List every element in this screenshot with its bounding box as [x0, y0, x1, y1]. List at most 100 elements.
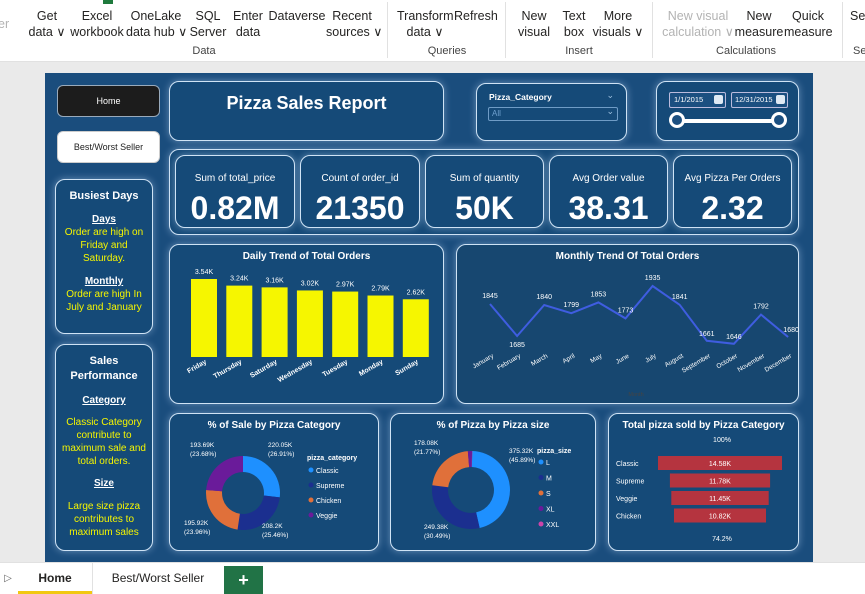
- get-data-button[interactable]: Get data ∨: [28, 8, 66, 40]
- date-range-track[interactable]: [677, 119, 780, 123]
- group-label-edge: Se: [853, 45, 865, 57]
- x-tick-label: Sunday: [394, 359, 419, 378]
- x-axis-label: Month: [628, 392, 643, 398]
- tab-home[interactable]: Home: [18, 563, 92, 594]
- category-text: Classic Category contribute to maximum s…: [62, 417, 146, 467]
- text-box-button[interactable]: Text box: [558, 8, 590, 40]
- data-label: 10.82K: [709, 514, 732, 521]
- calendar-icon[interactable]: [714, 95, 723, 104]
- kpi-label: Count of order_id: [321, 173, 399, 184]
- legend-label: Veggie: [316, 513, 338, 520]
- end-date-field[interactable]: 12/31/2015: [731, 92, 788, 108]
- data-label: 220.05K: [268, 442, 293, 449]
- x-tick-label: Tuesday: [322, 359, 350, 379]
- new-visual-calculation-button[interactable]: New visual calculation ∨: [660, 8, 736, 40]
- x-tick-label: January: [471, 352, 495, 370]
- x-tick-label: November: [737, 352, 767, 373]
- data-label: 1773: [618, 307, 634, 314]
- start-date-field[interactable]: 1/1/2015: [669, 92, 726, 108]
- chevron-down-icon: ⌄: [606, 90, 614, 100]
- sales-performance-card: Sales Performance Category Classic Catego…: [55, 344, 153, 551]
- legend-marker: [308, 482, 314, 488]
- tab-best-worst-seller[interactable]: Best/Worst Seller: [93, 563, 223, 594]
- size-heading: Size: [93, 478, 114, 489]
- refresh-button[interactable]: Refresh: [454, 8, 498, 24]
- monthly-trend-svg: 1845 January 1685 February 1840 March 1799 Apri…: [471, 275, 799, 398]
- size-text: Large size pizza contributes to maximum …: [67, 501, 141, 538]
- category-heading: Category: [82, 395, 126, 406]
- legend-label: S: [546, 491, 551, 498]
- daily-trend-chart[interactable]: Daily Trend of Total Orders 3.54K Friday 3…: [169, 244, 444, 404]
- pizza-sold-by-category-chart[interactable]: Total pizza sold by Pizza Category 100% 1…: [608, 413, 799, 551]
- add-page-button[interactable]: +: [224, 566, 263, 594]
- kpi-card-order-count: Count of order_id 21350: [300, 155, 420, 228]
- home-nav-button[interactable]: Home: [57, 85, 160, 117]
- data-label: 1935: [645, 275, 661, 282]
- pizza-by-size-chart[interactable]: % of Pizza by Pizza size 375.32K (45.89%)…: [390, 413, 596, 551]
- x-tick-label: February: [496, 352, 523, 371]
- kpi-value: 0.82M: [190, 190, 280, 226]
- bar: [367, 295, 394, 357]
- excel-workbook-button[interactable]: Excel workbook: [68, 8, 126, 40]
- title-card: Pizza Sales Report: [169, 81, 444, 141]
- data-label: (25.46%): [262, 532, 288, 539]
- data-label: 375.32K: [509, 448, 534, 455]
- bar: [402, 299, 429, 357]
- x-tick-label: June: [615, 352, 631, 365]
- data-label: 1792: [753, 304, 769, 311]
- legend-marker: [538, 490, 544, 496]
- ribbon-toolbar: er Get data ∨ Excel workbook OneLake data h…: [0, 0, 865, 62]
- legend-title: pizza_size: [537, 448, 571, 455]
- funnel-svg: 100% 14.58K Classic 11.78K Supreme 11.45K Vegg…: [616, 437, 782, 543]
- group-label-data: Data: [192, 45, 216, 57]
- calendar-icon[interactable]: [776, 95, 785, 104]
- page-tabs-bar: ▷ Home Best/Worst Seller +: [0, 562, 865, 594]
- data-label: 1661: [699, 331, 715, 338]
- group-label-queries: Queries: [427, 45, 467, 57]
- legend-marker: [308, 512, 314, 518]
- sql-server-button[interactable]: SQL Server: [189, 8, 227, 40]
- range-start-handle[interactable]: [669, 112, 685, 128]
- data-label: (30.49%): [424, 533, 450, 540]
- date-range-slicer[interactable]: 1/1/2015 12/31/2015: [656, 81, 799, 141]
- kpi-card-quantity: Sum of quantity 50K: [425, 155, 544, 228]
- slicer-dropdown[interactable]: All ⌄: [488, 106, 618, 121]
- legend-label: Chicken: [316, 498, 341, 505]
- sale-by-category-chart[interactable]: % of Sale by Pizza Category 220.05K (26.9…: [169, 413, 379, 551]
- days-heading: Days: [92, 214, 116, 225]
- data-label: (23.68%): [190, 451, 216, 458]
- data-label: 3.54K: [195, 269, 214, 276]
- enter-data-button[interactable]: Enter data: [230, 8, 266, 40]
- data-label: 3.16K: [265, 277, 284, 284]
- best-worst-seller-nav-button[interactable]: Best/Worst Seller: [57, 131, 160, 163]
- onelake-data-hub-button[interactable]: OneLake data hub ∨: [126, 8, 187, 40]
- bar: [226, 285, 253, 357]
- tab-scroll-left-icon[interactable]: ▷: [0, 563, 16, 594]
- transform-data-button[interactable]: Transform data ∨: [397, 8, 454, 40]
- range-end-handle[interactable]: [771, 112, 787, 128]
- legend-label: XL: [546, 507, 555, 514]
- data-label: (23.96%): [184, 529, 210, 536]
- excel-icon: [103, 0, 113, 4]
- more-visuals-button[interactable]: More visuals ∨: [592, 8, 644, 40]
- data-label: 1685: [509, 342, 525, 349]
- data-label: 1646: [726, 334, 742, 341]
- funnel-bottom-label: 74.2%: [712, 536, 732, 543]
- x-tick-label: Wednesday: [277, 359, 314, 385]
- x-tick-label: Friday: [186, 359, 208, 376]
- data-label: (45.89%): [509, 457, 535, 464]
- recent-sources-button[interactable]: Recent sources ∨: [326, 8, 382, 40]
- quick-measure-button[interactable]: Quick measure: [784, 8, 833, 40]
- group-label-calculations: Calculations: [716, 45, 776, 57]
- group-label-insert: Insert: [565, 45, 593, 57]
- monthly-trend-chart[interactable]: Monthly Trend Of Total Orders 1845 Januar…: [456, 244, 799, 404]
- legend-marker: [538, 506, 544, 511]
- pizza-category-slicer[interactable]: Pizza_Category ⌄ All ⌄: [476, 83, 627, 141]
- dataverse-button[interactable]: Dataverse: [267, 8, 327, 24]
- new-visual-button[interactable]: New visual: [514, 8, 554, 40]
- donut-slice: [432, 451, 470, 488]
- kpi-label: Sum of total_price: [194, 173, 276, 184]
- new-measure-button[interactable]: New measure: [734, 8, 784, 40]
- donut-slice: [206, 489, 240, 530]
- data-label: 193.69K: [190, 442, 215, 449]
